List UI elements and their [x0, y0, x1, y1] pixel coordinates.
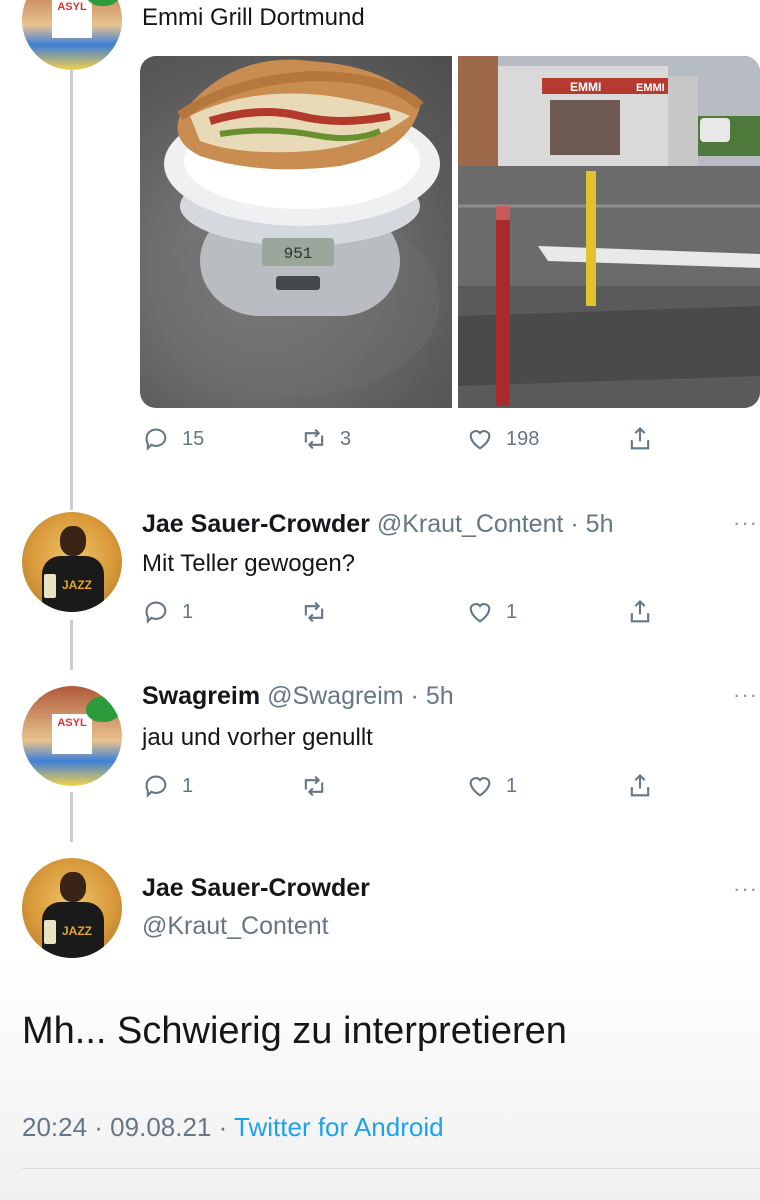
shop-sign-2: EMMI: [636, 82, 665, 94]
tweet-text: Mit Teller gewogen?: [142, 550, 356, 577]
retweet-button[interactable]: [300, 772, 340, 800]
author-handle[interactable]: @Kraut_Content: [377, 510, 564, 538]
author-name[interactable]: Swagreim: [142, 682, 260, 710]
like-count: 1: [506, 774, 518, 797]
main-tweet-text: Mh... Schwierig zu interpretieren: [22, 1010, 567, 1052]
avatar[interactable]: ASYL: [22, 686, 122, 786]
like-button[interactable]: 1: [466, 598, 517, 626]
author-handle[interactable]: @Kraut_Content: [142, 912, 329, 941]
tweet-media[interactable]: 951 EMMI EMMI: [140, 56, 760, 408]
retweet-button[interactable]: [300, 598, 340, 626]
tweet-actions: 1 1: [142, 598, 672, 634]
author-line: Swagreim @Swagreim · 5h: [142, 682, 454, 711]
retweet-button[interactable]: 3: [300, 425, 351, 453]
more-options-icon[interactable]: ···: [733, 510, 758, 536]
retweet-icon: [304, 428, 324, 450]
like-button[interactable]: 1: [466, 772, 517, 800]
avatar-sign: ASYL: [52, 714, 92, 754]
heart-icon: [469, 430, 491, 450]
like-button[interactable]: 198: [466, 425, 539, 453]
thread-line: [70, 620, 73, 670]
reply-icon: [145, 601, 167, 624]
reply-count: 1: [182, 774, 194, 797]
author-handle[interactable]: @Swagreim: [267, 682, 404, 710]
share-icon: [630, 774, 650, 797]
thread-line: [70, 792, 73, 842]
reply-icon: [145, 775, 167, 798]
avatar[interactable]: ASYL: [22, 0, 122, 70]
reply-button[interactable]: 1: [142, 772, 193, 800]
reply-count: 15: [182, 427, 205, 450]
like-count: 198: [506, 427, 540, 450]
tweet-text: Emmi Grill Dortmund: [142, 4, 365, 31]
divider: [22, 1168, 760, 1169]
author-name[interactable]: Jae Sauer-Crowder: [142, 510, 370, 538]
thread-line: [70, 70, 73, 510]
reply-button[interactable]: 1: [142, 598, 193, 626]
reply-count: 1: [182, 600, 194, 623]
palm-icon: [86, 696, 120, 722]
avatar[interactable]: JAZZ: [22, 512, 122, 612]
avatar-sign: ASYL: [52, 0, 92, 38]
tweet-actions: 1 1: [142, 772, 672, 808]
reply-button[interactable]: 15: [142, 425, 204, 453]
heart-icon: [469, 603, 491, 623]
retweet-count: 3: [340, 427, 352, 450]
reply-icon: [145, 428, 167, 451]
avatar[interactable]: JAZZ: [22, 858, 122, 958]
share-icon: [630, 427, 650, 450]
share-button[interactable]: [626, 598, 666, 626]
tweet-timestamp: 20:24 · 09.08.21 ·: [22, 1112, 228, 1142]
tweet-meta: 20:24 · 09.08.21 · Twitter for Android: [22, 1112, 444, 1143]
author-name[interactable]: Jae Sauer-Crowder: [142, 874, 370, 903]
tweet-actions: 15 3 198: [142, 425, 672, 461]
avatar-jersey-text: JAZZ: [62, 578, 92, 592]
retweet-icon: [304, 775, 324, 797]
more-options-icon[interactable]: ···: [733, 682, 758, 708]
tweet-source-link[interactable]: Twitter for Android: [234, 1112, 444, 1142]
like-count: 1: [506, 600, 518, 623]
more-options-icon[interactable]: ···: [733, 876, 758, 902]
photo-shop-front[interactable]: EMMI EMMI: [458, 56, 760, 408]
street-illustration: EMMI EMMI: [458, 56, 760, 408]
share-icon: [630, 600, 650, 623]
avatar-jersey-text: JAZZ: [62, 924, 92, 938]
share-button[interactable]: [626, 425, 666, 453]
tweet-time: · 5h: [410, 682, 454, 710]
tweet-text: jau und vorher genullt: [142, 724, 373, 751]
heart-icon: [469, 777, 491, 797]
share-button[interactable]: [626, 772, 666, 800]
tweet-time: · 5h: [570, 510, 614, 538]
photo-doner-on-scale[interactable]: 951: [140, 56, 452, 408]
retweet-icon: [304, 601, 324, 623]
doner-scale-illustration: 951: [160, 59, 440, 396]
scale-display: 951: [284, 245, 313, 263]
author-line: Jae Sauer-Crowder @Kraut_Content · 5h: [142, 510, 613, 539]
shop-sign: EMMI: [570, 80, 601, 94]
